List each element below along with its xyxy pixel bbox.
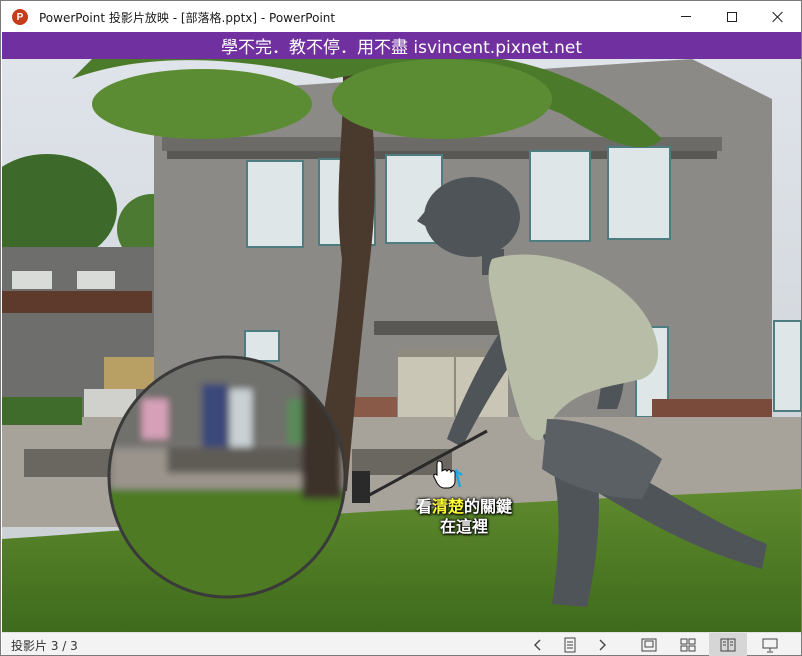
magnifier-handle-base <box>352 471 370 503</box>
minimize-icon <box>681 16 691 17</box>
normal-view-button[interactable] <box>634 633 664 656</box>
reading-view-button[interactable] <box>709 633 747 656</box>
close-button[interactable] <box>755 1 801 32</box>
minimize-button[interactable] <box>663 1 709 32</box>
maximize-icon <box>727 11 737 22</box>
slide-menu-button[interactable] <box>555 633 585 656</box>
slideshow-status-bar: 投影片 3 / 3 <box>2 632 801 656</box>
slide-sorter-icon <box>680 638 696 651</box>
previous-icon <box>534 639 541 650</box>
slide-menu-icon <box>564 637 576 652</box>
title-bar[interactable]: P PowerPoint 投影片放映 - [部落格.pptx] - PowerP… <box>1 1 801 32</box>
callout-highlight: 清楚 <box>431 497 464 516</box>
slide-banner: 學不完．教不停．用不盡 isvincent.pixnet.net <box>2 32 801 59</box>
maximize-button[interactable] <box>709 1 755 32</box>
next-slide-button[interactable] <box>587 633 617 656</box>
slide-callout-text: 看清楚的關鍵 在這裡 <box>402 497 526 537</box>
window-title: PowerPoint 投影片放映 - [部落格.pptx] - PowerPoi… <box>39 11 336 25</box>
powerpoint-app-icon[interactable]: P <box>12 9 28 25</box>
powerpoint-window: P PowerPoint 投影片放映 - [部落格.pptx] - PowerP… <box>0 0 802 656</box>
reading-view-icon <box>720 638 736 651</box>
callout-line-1: 看清楚的關鍵 <box>415 497 513 516</box>
close-icon <box>772 11 784 23</box>
slide-sorter-button[interactable] <box>673 633 703 656</box>
callout-line-2: 在這裡 <box>439 517 488 536</box>
slide-photo <box>2 59 801 632</box>
slideshow-button[interactable] <box>752 633 788 656</box>
slide-counter: 投影片 3 / 3 <box>11 639 78 653</box>
previous-slide-button[interactable] <box>523 633 553 656</box>
slideshow-icon <box>762 638 778 652</box>
slide-canvas[interactable]: 看清楚的關鍵 在這裡 <box>2 59 801 632</box>
next-icon <box>599 639 606 650</box>
normal-view-icon <box>641 638 657 651</box>
